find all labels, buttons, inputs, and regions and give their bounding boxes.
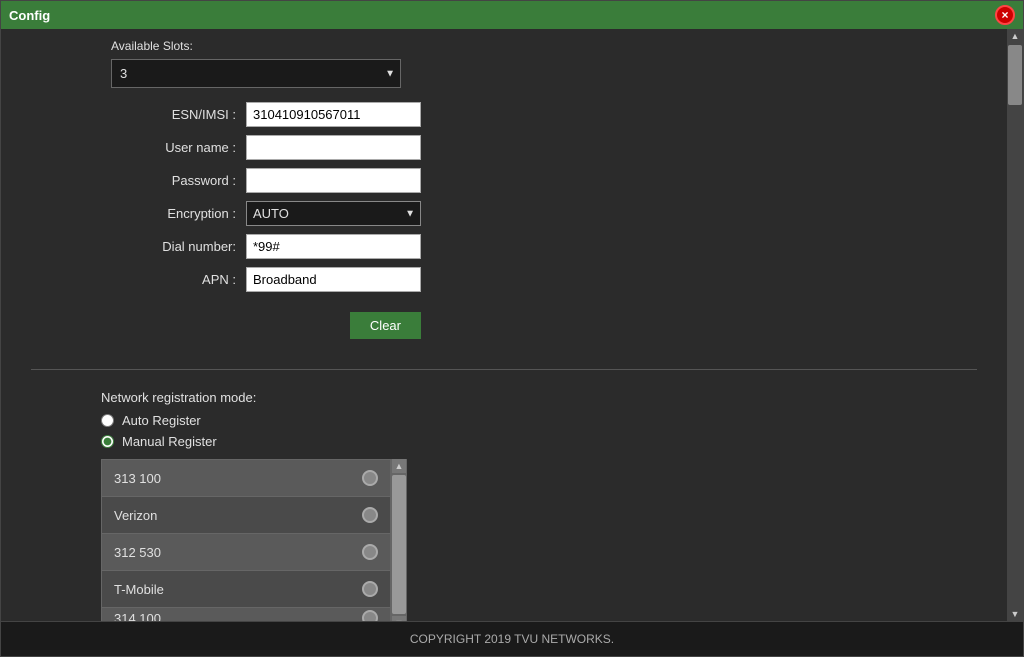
clear-button[interactable]: Clear [350,312,421,339]
username-label: User name : [101,140,246,155]
network-section: Network registration mode: Auto Register… [1,390,1007,621]
footer: COPYRIGHT 2019 TVU NETWORKS. [1,621,1023,656]
content-area: Available Slots: 3 1 2 4 ▼ ESN/IMSI : [1,29,1007,621]
network-radio-icon[interactable] [362,581,378,597]
password-label: Password : [101,173,246,188]
network-item-name: 312 530 [114,545,161,560]
copyright-text: COPYRIGHT 2019 TVU NETWORKS. [410,632,614,646]
encryption-select-wrapper: AUTO NONE WEP WPA ▼ [246,201,421,226]
available-slots-label: Available Slots: [101,39,977,53]
apn-label: APN : [101,272,246,287]
password-input[interactable] [246,168,421,193]
main-content: Available Slots: 3 1 2 4 ▼ ESN/IMSI : [1,29,1023,621]
username-input[interactable] [246,135,421,160]
title-bar: Config × [1,1,1023,29]
username-row: User name : [101,135,977,160]
scroll-thumb[interactable] [392,475,406,614]
encryption-select[interactable]: AUTO NONE WEP WPA [246,201,421,226]
encryption-row: Encryption : AUTO NONE WEP WPA ▼ [101,201,977,226]
list-item[interactable]: T-Mobile [102,571,390,608]
section-divider [31,369,977,370]
window-scroll-thumb[interactable] [1008,45,1022,105]
network-radio-icon[interactable] [362,610,378,621]
scroll-up-icon[interactable]: ▲ [392,459,406,473]
network-radio-icon[interactable] [362,507,378,523]
auto-register-label: Auto Register [122,413,201,428]
list-scrollbar: ▲ ▼ [391,459,407,621]
dial-input[interactable] [246,234,421,259]
manual-register-row: Manual Register [101,434,977,449]
list-item[interactable]: 312 530 [102,534,390,571]
window-scroll-up-icon[interactable]: ▲ [1011,31,1020,41]
auto-register-row: Auto Register [101,413,977,428]
esn-label: ESN/IMSI : [101,107,246,122]
network-item-name: 313 100 [114,471,161,486]
config-window: Config × Available Slots: 3 1 2 4 ▼ [0,0,1024,657]
esn-input[interactable] [246,102,421,127]
list-item-partial[interactable]: 314 100 [102,608,390,621]
window-scrollbar: ▲ ▼ [1007,29,1023,621]
apn-row: APN : [101,267,977,292]
network-list-container: 313 100 Verizon 312 530 T-Mobile [101,459,977,621]
esn-row: ESN/IMSI : [101,102,977,127]
network-item-name: 314 100 [114,611,161,622]
window-scroll-down-icon[interactable]: ▼ [1011,609,1020,619]
slot-select-wrapper: 3 1 2 4 ▼ [111,59,401,88]
list-item[interactable]: Verizon [102,497,390,534]
password-row: Password : [101,168,977,193]
network-list: 313 100 Verizon 312 530 T-Mobile [101,459,391,621]
dial-label: Dial number: [101,239,246,254]
network-radio-icon[interactable] [362,544,378,560]
manual-register-radio[interactable] [101,435,114,448]
encryption-label: Encryption : [101,206,246,221]
window-title: Config [9,8,50,23]
slot-select[interactable]: 3 1 2 4 [111,59,401,88]
list-item[interactable]: 313 100 [102,460,390,497]
apn-input[interactable] [246,267,421,292]
dial-row: Dial number: [101,234,977,259]
network-item-name: T-Mobile [114,582,164,597]
form-section: Available Slots: 3 1 2 4 ▼ ESN/IMSI : [1,29,1007,349]
close-button[interactable]: × [995,5,1015,25]
auto-register-radio[interactable] [101,414,114,427]
manual-register-label: Manual Register [122,434,217,449]
network-item-name: Verizon [114,508,157,523]
network-radio-icon[interactable] [362,470,378,486]
network-mode-label: Network registration mode: [101,390,977,405]
